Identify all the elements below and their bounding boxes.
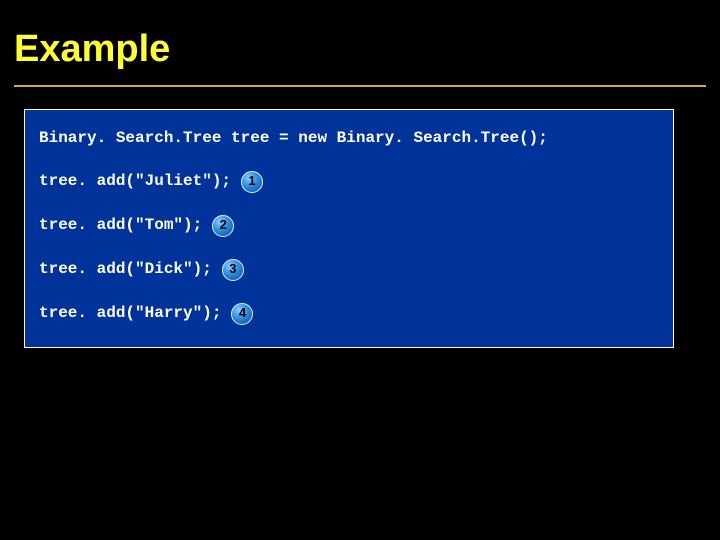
code-text: tree. add("Tom"); — [39, 215, 202, 236]
code-box: Binary. Search.Tree tree = new Binary. S… — [24, 109, 674, 348]
step-callout-icon: 4 — [231, 303, 253, 325]
code-text: tree. add("Juliet"); — [39, 171, 231, 192]
step-callout-icon: 1 — [241, 171, 263, 193]
step-callout-icon: 3 — [222, 259, 244, 281]
code-line: tree. add("Juliet"); 1 — [39, 171, 659, 193]
code-text: tree. add("Harry"); — [39, 303, 221, 324]
code-line: tree. add("Dick"); 3 — [39, 259, 659, 281]
code-text: tree. add("Dick"); — [39, 259, 212, 280]
title-underline — [14, 85, 706, 87]
code-line: tree. add("Harry"); 4 — [39, 303, 659, 325]
code-line: tree. add("Tom"); 2 — [39, 215, 659, 237]
slide-title: Example — [0, 0, 720, 81]
code-line: Binary. Search.Tree tree = new Binary. S… — [39, 128, 659, 149]
step-callout-icon: 2 — [212, 215, 234, 237]
code-text: Binary. Search.Tree tree = new Binary. S… — [39, 128, 548, 149]
slide: Example Binary. Search.Tree tree = new B… — [0, 0, 720, 540]
